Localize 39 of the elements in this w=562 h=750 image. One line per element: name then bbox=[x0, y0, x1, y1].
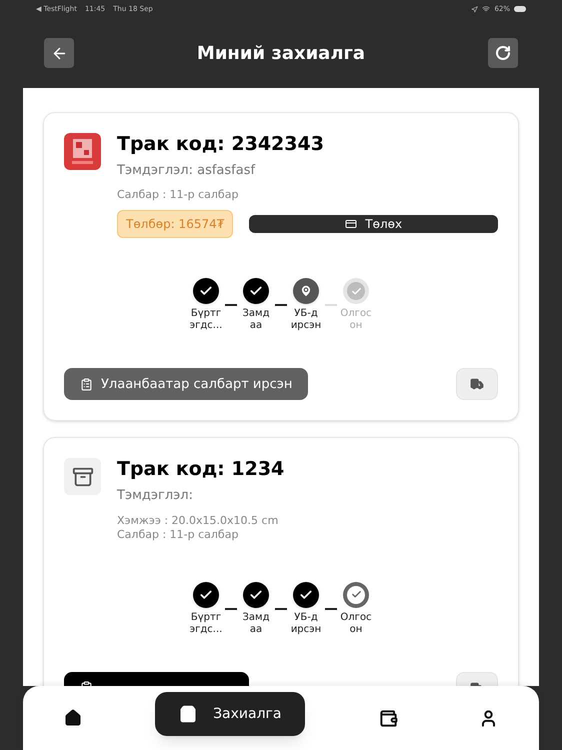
refresh-button[interactable] bbox=[488, 38, 518, 68]
detail-text: Салбар : 11-р салбар bbox=[117, 528, 240, 542]
pay-button[interactable]: Төлөх bbox=[249, 215, 498, 234]
check-icon bbox=[343, 278, 369, 304]
note-text: Тэмдэглэл: asfasfasf bbox=[117, 162, 256, 180]
card-icon bbox=[345, 218, 358, 230]
detail-text: Салбар : 11-р салбар bbox=[117, 188, 240, 202]
step-label: Бүртг эгдс... bbox=[188, 612, 224, 636]
location-icon bbox=[471, 6, 478, 12]
check-icon bbox=[193, 582, 219, 608]
check-icon bbox=[343, 582, 369, 608]
step-label: Олгос он bbox=[339, 308, 373, 332]
check-icon bbox=[243, 582, 269, 608]
fee-badge: Төлбөр: 16574₮ bbox=[117, 210, 234, 238]
truck-button[interactable] bbox=[456, 368, 498, 400]
refresh-icon bbox=[494, 45, 511, 61]
battery-icon bbox=[514, 6, 526, 12]
home-icon bbox=[64, 709, 82, 727]
archive-icon bbox=[64, 458, 101, 496]
track-code: Трак код: 2342343 bbox=[117, 133, 325, 157]
wifi-icon bbox=[482, 5, 490, 13]
wallet-icon bbox=[378, 708, 398, 728]
track-code: Трак код: 1234 bbox=[117, 458, 286, 482]
check-icon bbox=[293, 582, 319, 608]
step-label: Замд аа bbox=[242, 308, 270, 332]
status-button[interactable]: Улаанбаатар салбарт ирсэн bbox=[64, 368, 308, 400]
check-icon bbox=[243, 278, 269, 304]
detail-text: Хэмжээ : 20.0x15.0x10.5 cm bbox=[117, 514, 280, 528]
step-label: УБ-д ирсэн bbox=[290, 308, 322, 332]
pin-icon bbox=[293, 278, 319, 304]
step-label: Замд аа bbox=[242, 612, 270, 636]
step-label: Бүртг эгдс... bbox=[188, 308, 224, 332]
back-button[interactable] bbox=[44, 38, 74, 68]
note-text: Тэмдэглэл: bbox=[117, 487, 194, 505]
step-label: Олгос он bbox=[339, 612, 373, 636]
check-icon bbox=[193, 278, 219, 304]
nav-tab[interactable]: Захиалга bbox=[155, 692, 306, 736]
page-title: Миний захиалга bbox=[196, 42, 366, 66]
step-label: УБ-д ирсэн bbox=[290, 612, 322, 636]
